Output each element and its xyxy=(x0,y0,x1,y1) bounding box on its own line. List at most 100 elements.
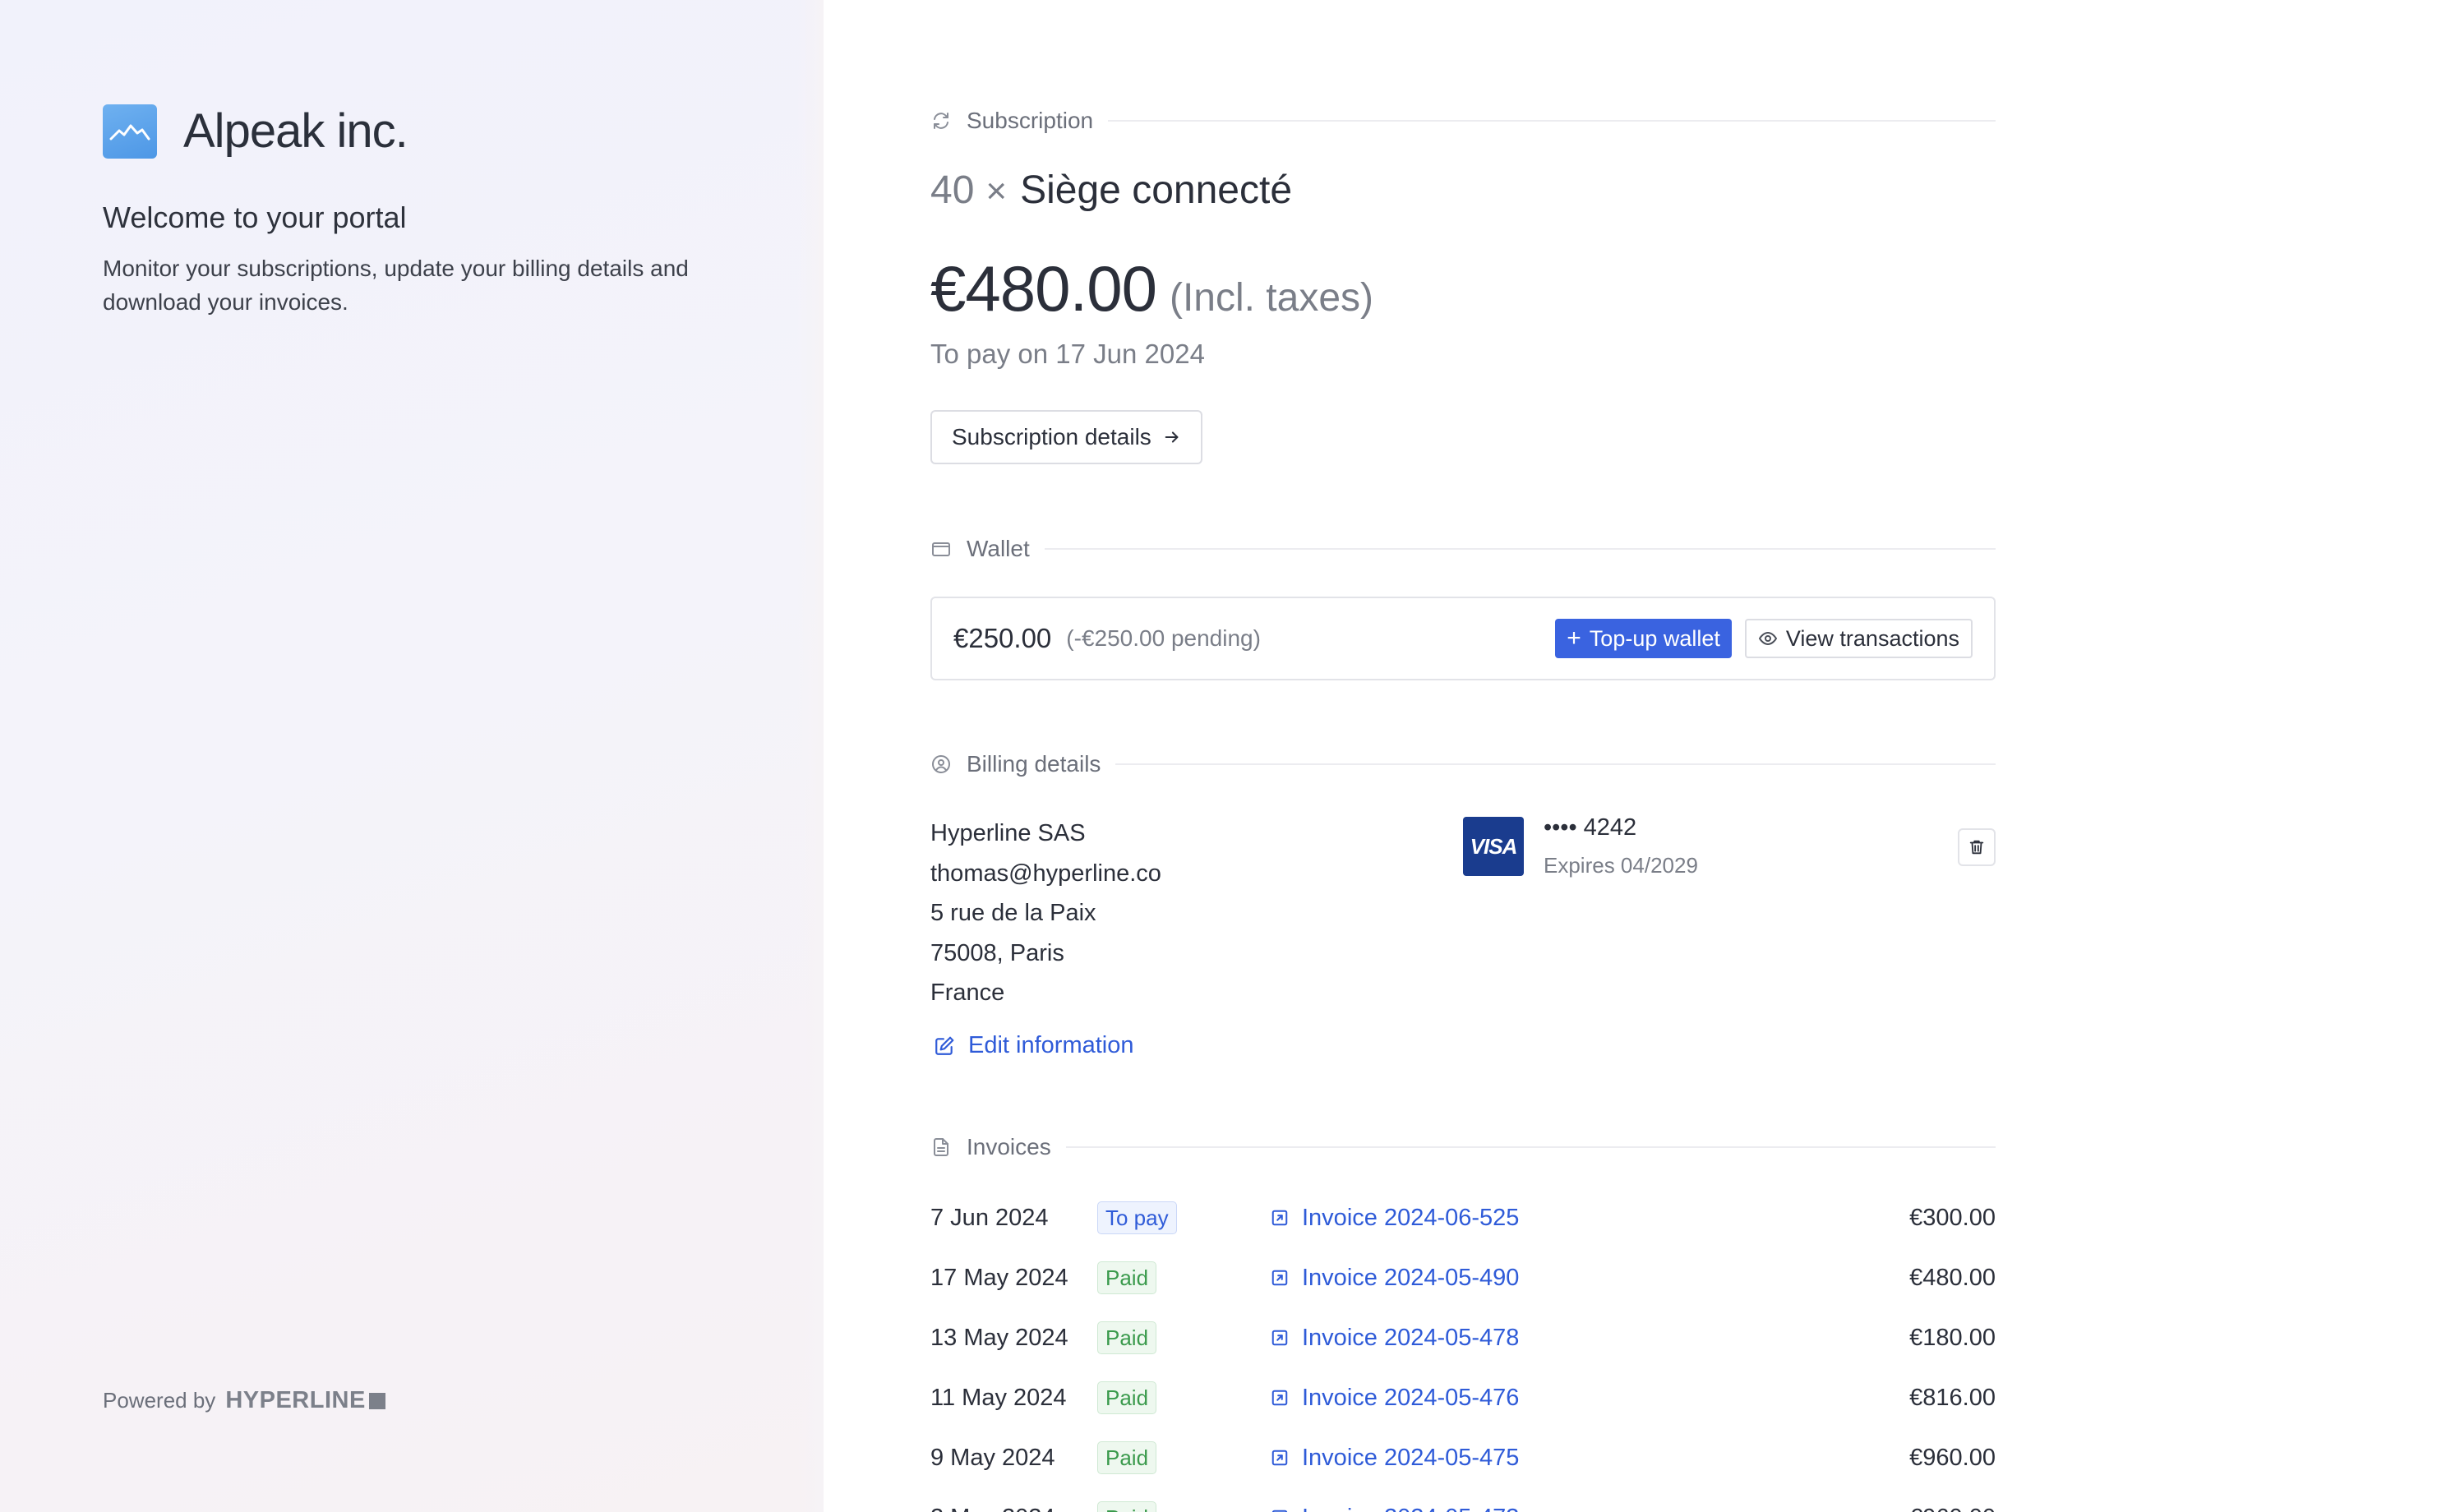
billing-city: 75008, Paris xyxy=(930,939,1064,966)
billing-company: Hyperline SAS xyxy=(930,820,1086,846)
invoice-list: 7 Jun 2024 To pay Invoice 2024-06-525 €3… xyxy=(930,1200,1996,1512)
invoice-name: Invoice 2024-05-478 xyxy=(1302,1324,1520,1351)
invoice-row: 9 May 2024 Paid Invoice 2024-05-475 €960… xyxy=(930,1440,1996,1500)
subscription-details-button[interactable]: Subscription details xyxy=(930,410,1202,464)
invoice-link[interactable]: Invoice 2024-06-525 xyxy=(1271,1200,1519,1236)
welcome-text: Monitor your subscriptions, update your … xyxy=(103,256,689,315)
invoice-link[interactable]: Invoice 2024-05-473 xyxy=(1271,1500,1519,1512)
invoice-amount: €960.00 xyxy=(1909,1500,1996,1512)
external-link-icon xyxy=(1271,1209,1289,1227)
wallet-card: €250.00 (-€250.00 pending) + Top-up wall… xyxy=(930,597,1996,680)
invoice-link[interactable]: Invoice 2024-05-490 xyxy=(1271,1260,1519,1296)
billing-email: thomas@hyperline.co xyxy=(930,860,1161,887)
user-circle-icon xyxy=(930,754,952,775)
billing-address: Hyperline SAS thomas@hyperline.co 5 rue … xyxy=(930,814,1161,1013)
invoice-row: 7 Jun 2024 To pay Invoice 2024-06-525 €3… xyxy=(930,1200,1996,1260)
invoice-name: Invoice 2024-06-525 xyxy=(1302,1204,1520,1231)
arrow-right-icon xyxy=(1163,428,1181,446)
top-up-wallet-label: Top-up wallet xyxy=(1589,625,1720,651)
delete-card-button[interactable] xyxy=(1958,828,1996,866)
edit-information-label: Edit information xyxy=(968,1032,1134,1058)
billing-street: 5 rue de la Paix xyxy=(930,900,1096,926)
top-up-wallet-button[interactable]: + Top-up wallet xyxy=(1555,619,1732,658)
main-content: Subscription 40 × Siège connecté €480.00… xyxy=(930,0,1996,1512)
seat-quantity: 40 xyxy=(930,168,975,212)
company-name: Alpeak inc. xyxy=(183,104,408,158)
powered-by-label: Powered by xyxy=(103,1388,216,1413)
invoice-row: 2 May 2024 Paid Invoice 2024-05-473 €960… xyxy=(930,1500,1996,1512)
status-badge: Paid xyxy=(1097,1441,1157,1474)
external-link-icon xyxy=(1271,1449,1289,1467)
hyperline-square-icon xyxy=(368,1392,385,1409)
plus-icon: + xyxy=(1567,625,1581,652)
hyperline-logo: HYPERLINE xyxy=(225,1387,366,1413)
invoice-link[interactable]: Invoice 2024-05-476 xyxy=(1271,1380,1519,1416)
powered-by[interactable]: Powered by HYPERLINE xyxy=(103,1387,385,1414)
invoice-amount: €180.00 xyxy=(1909,1325,1996,1351)
invoice-date: 17 May 2024 xyxy=(930,1265,1068,1291)
status-badge: Paid xyxy=(1097,1381,1157,1414)
status-badge: Paid xyxy=(1097,1501,1157,1512)
invoice-amount: €300.00 xyxy=(1909,1205,1996,1231)
wallet-pending: (-€250.00 pending) xyxy=(1066,625,1261,651)
wallet-section-header: Wallet xyxy=(930,536,1996,562)
invoice-date: 13 May 2024 xyxy=(930,1325,1068,1351)
view-transactions-button[interactable]: View transactions xyxy=(1744,619,1973,658)
billing-section-label: Billing details xyxy=(967,751,1101,777)
status-badge: Paid xyxy=(1097,1261,1157,1294)
edit-information-link[interactable]: Edit information xyxy=(930,1032,1134,1059)
invoice-link[interactable]: Invoice 2024-05-478 xyxy=(1271,1320,1519,1356)
billing-section-header: Billing details xyxy=(930,751,1996,777)
invoice-date: 7 Jun 2024 xyxy=(930,1205,1049,1231)
price-amount: €480.00 xyxy=(930,252,1157,325)
wallet-icon xyxy=(930,538,952,560)
times-sign: × xyxy=(985,171,1008,211)
status-badge: To pay xyxy=(1097,1201,1177,1234)
view-transactions-label: View transactions xyxy=(1785,625,1959,651)
brand: Alpeak inc. xyxy=(103,104,408,159)
external-link-icon xyxy=(1271,1329,1289,1347)
card-info: •••• 4242 Expires 04/2029 xyxy=(1544,814,1698,878)
subscription-details-label: Subscription details xyxy=(952,424,1151,449)
invoice-row: 17 May 2024 Paid Invoice 2024-05-490 €48… xyxy=(930,1260,1996,1320)
invoice-link[interactable]: Invoice 2024-05-475 xyxy=(1271,1440,1519,1476)
invoice-name: Invoice 2024-05-476 xyxy=(1302,1384,1520,1411)
eye-icon xyxy=(1758,629,1778,648)
edit-icon xyxy=(934,1035,955,1057)
card-expiry: Expires 04/2029 xyxy=(1544,853,1698,878)
divider xyxy=(1115,763,1996,765)
wallet-balance: €250.00 xyxy=(953,623,1052,653)
refresh-icon xyxy=(930,110,952,131)
external-link-icon xyxy=(1271,1269,1289,1287)
subscription-price: €480.00 (Incl. taxes) xyxy=(930,251,1373,326)
pay-date: To pay on 17 Jun 2024 xyxy=(930,339,1205,369)
file-icon xyxy=(930,1136,952,1158)
sidebar: Alpeak inc. Welcome to your portal Monit… xyxy=(0,0,824,1512)
divider xyxy=(1065,1146,1996,1148)
status-badge: Paid xyxy=(1097,1321,1157,1354)
billing-country: France xyxy=(930,980,1005,1006)
invoice-row: 13 May 2024 Paid Invoice 2024-05-478 €18… xyxy=(930,1320,1996,1380)
divider xyxy=(1044,548,1996,550)
invoice-date: 2 May 2024 xyxy=(930,1500,1055,1512)
subscription-section-label: Subscription xyxy=(967,108,1094,133)
divider xyxy=(1108,120,1996,122)
sidebar-edge xyxy=(797,0,824,1512)
invoices-section-header: Invoices xyxy=(930,1134,1996,1160)
invoices-section-label: Invoices xyxy=(967,1134,1051,1159)
invoice-amount: €480.00 xyxy=(1909,1265,1996,1291)
invoice-amount: €960.00 xyxy=(1909,1445,1996,1471)
invoice-name: Invoice 2024-05-475 xyxy=(1302,1444,1520,1471)
product-name: Siège connecté xyxy=(1020,168,1293,212)
subscription-plan: 40 × Siège connecté xyxy=(930,168,1292,213)
invoice-name: Invoice 2024-05-473 xyxy=(1302,1505,1519,1512)
invoice-amount: €816.00 xyxy=(1909,1385,1996,1411)
external-link-icon xyxy=(1271,1389,1289,1407)
invoice-date: 9 May 2024 xyxy=(930,1445,1055,1471)
trash-icon xyxy=(1968,838,1986,856)
card-number: •••• 4242 xyxy=(1544,814,1637,841)
external-link-icon xyxy=(1271,1509,1289,1512)
invoice-date: 11 May 2024 xyxy=(930,1385,1067,1411)
visa-logo-icon: VISA xyxy=(1463,817,1524,876)
invoice-name: Invoice 2024-05-490 xyxy=(1302,1264,1520,1291)
